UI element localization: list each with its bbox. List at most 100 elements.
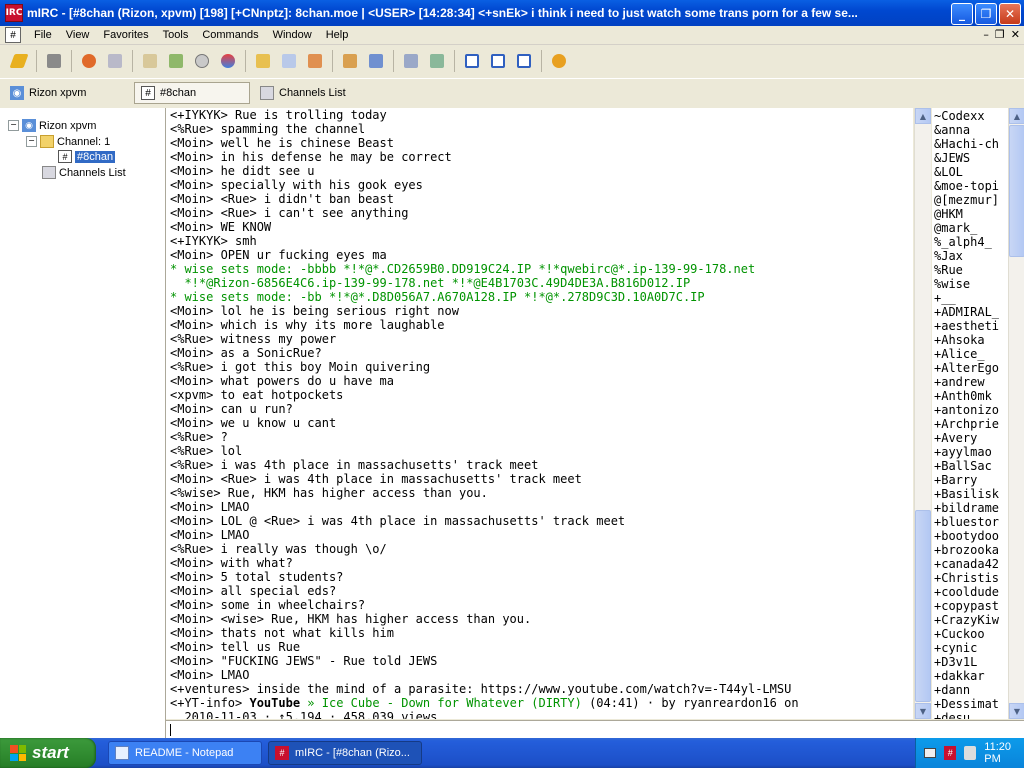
- nick-list-item[interactable]: %Rue: [934, 263, 963, 277]
- nick-list-item[interactable]: +BallSac: [934, 459, 992, 473]
- nick-list-item[interactable]: +Dessimat: [934, 697, 999, 711]
- chat-scrollbar[interactable]: ▲ ▼: [914, 108, 931, 719]
- nick-list-item[interactable]: +Anth0mk: [934, 389, 992, 403]
- help-button[interactable]: [548, 50, 570, 72]
- nick-list-item[interactable]: ~Codexx: [934, 109, 985, 123]
- maximize-button[interactable]: ❐: [975, 3, 997, 25]
- mirc-tray-icon[interactable]: #: [944, 746, 957, 760]
- tree-node-channels-list[interactable]: Channels List: [42, 166, 126, 179]
- tree-node-channel-folder[interactable]: − Channel: 1: [26, 135, 110, 148]
- switchbar-tab-channels-list[interactable]: Channels List: [254, 82, 364, 104]
- switchbar-tab-channel[interactable]: # #8chan: [134, 82, 250, 104]
- nick-list-item[interactable]: +__: [934, 291, 956, 305]
- mdi-close-button[interactable]: ✕: [1011, 28, 1020, 41]
- nick-list-item[interactable]: &JEWS: [934, 151, 970, 165]
- menu-favorites[interactable]: Favorites: [96, 29, 155, 41]
- tile-horizontal-button[interactable]: [461, 50, 483, 72]
- scroll-thumb[interactable]: [1009, 125, 1024, 257]
- collapse-toggle[interactable]: −: [26, 136, 37, 147]
- nick-list-item[interactable]: %wise: [934, 277, 970, 291]
- tree-node-server[interactable]: − ◉ Rizon xpvm: [8, 119, 96, 132]
- scroll-down-arrow[interactable]: ▼: [915, 703, 931, 719]
- yt-video-title[interactable]: Ice Cube - Down for Whatever (DIRTY): [322, 696, 582, 710]
- scroll-up-arrow[interactable]: ▲: [1009, 108, 1024, 124]
- message-input[interactable]: [166, 720, 1024, 739]
- connect-button[interactable]: [8, 50, 30, 72]
- nick-list-item[interactable]: +Barry: [934, 473, 977, 487]
- nick-list-item[interactable]: +Alice_: [934, 347, 985, 361]
- chat-messages[interactable]: <+YT-info> YouTube » Ice Cube - Down for…: [166, 108, 913, 719]
- close-button[interactable]: ✕: [999, 3, 1021, 25]
- start-button[interactable]: start: [0, 738, 96, 768]
- nick-list-item[interactable]: &LOL: [934, 165, 963, 179]
- nick-list-item[interactable]: %Jax: [934, 249, 963, 263]
- options-button[interactable]: [43, 50, 65, 72]
- get-file-button[interactable]: [278, 50, 300, 72]
- nick-list-item[interactable]: +cynic: [934, 641, 977, 655]
- nick-list-item[interactable]: +andrew: [934, 375, 985, 389]
- tile-vertical-button[interactable]: [487, 50, 509, 72]
- nick-list[interactable]: ~Codexx &anna &Hachi-ch &JEWS &LOL &moe-topi @…: [932, 108, 1008, 719]
- nick-list-item[interactable]: +desu: [934, 711, 970, 719]
- channels-list-button[interactable]: [104, 50, 126, 72]
- timer-button[interactable]: [191, 50, 213, 72]
- nick-list-item[interactable]: &Hachi-ch: [934, 137, 999, 151]
- scripts-editor-button[interactable]: [165, 50, 187, 72]
- nick-list-item[interactable]: +Cuckoo: [934, 627, 985, 641]
- dcc-chat-button[interactable]: [339, 50, 361, 72]
- switchbar-tab-server[interactable]: ◉ Rizon xpvm: [4, 82, 130, 104]
- mdi-restore-button[interactable]: ❐: [995, 28, 1005, 41]
- task-mirc[interactable]: # mIRC - [#8chan (Rizo...: [268, 741, 422, 765]
- scroll-down-arrow[interactable]: ▼: [1009, 703, 1024, 719]
- nick-list-item[interactable]: +bluestor: [934, 515, 999, 529]
- nick-list-item[interactable]: +copypast: [934, 599, 999, 613]
- menu-file[interactable]: File: [27, 29, 59, 41]
- nick-list-item[interactable]: %_alph4_: [934, 235, 992, 249]
- scroll-up-arrow[interactable]: ▲: [915, 108, 931, 124]
- menu-window[interactable]: Window: [266, 29, 319, 41]
- nick-list-item[interactable]: +dakkar: [934, 669, 985, 683]
- nick-list-item[interactable]: +canada42: [934, 557, 999, 571]
- nick-list-item[interactable]: &anna: [934, 123, 970, 137]
- menu-commands[interactable]: Commands: [195, 29, 265, 41]
- favorites-button[interactable]: [78, 50, 100, 72]
- send-file-button[interactable]: [252, 50, 274, 72]
- menu-tools[interactable]: Tools: [156, 29, 196, 41]
- menu-view[interactable]: View: [59, 29, 97, 41]
- colors-button[interactable]: [217, 50, 239, 72]
- volume-icon[interactable]: [964, 746, 977, 760]
- clock[interactable]: 11:20 PM: [984, 741, 1024, 765]
- task-notepad[interactable]: README - Notepad: [108, 741, 262, 765]
- nick-list-item[interactable]: +bildrame: [934, 501, 999, 515]
- tree-node-channel[interactable]: # #8chan: [58, 150, 116, 163]
- nick-list-item[interactable]: +cooldude: [934, 585, 999, 599]
- nick-list-item[interactable]: @HKM: [934, 207, 963, 221]
- nick-list-item[interactable]: +ayylmao: [934, 445, 992, 459]
- nick-list-item[interactable]: +dann: [934, 683, 970, 697]
- log-files-button[interactable]: [426, 50, 448, 72]
- mdi-minimize-button[interactable]: –: [983, 28, 989, 41]
- collapse-toggle[interactable]: −: [8, 120, 19, 131]
- nick-list-item[interactable]: +Ahsoka: [934, 333, 985, 347]
- cascade-button[interactable]: [513, 50, 535, 72]
- nick-list-item[interactable]: +Christis: [934, 571, 999, 585]
- channel-window-icon[interactable]: #: [5, 27, 21, 43]
- minimize-button[interactable]: _: [951, 3, 973, 25]
- nick-list-item[interactable]: +CrazyKiw: [934, 613, 999, 627]
- notify-list-button[interactable]: [304, 50, 326, 72]
- nick-list-item[interactable]: +D3v1L: [934, 655, 977, 669]
- nick-list-item[interactable]: &moe-topi: [934, 179, 999, 193]
- received-files-button[interactable]: [400, 50, 422, 72]
- nick-list-item[interactable]: +bootydoo: [934, 529, 999, 543]
- nick-list-item[interactable]: +Avery: [934, 431, 977, 445]
- nicklist-scrollbar[interactable]: ▲ ▼: [1008, 108, 1024, 719]
- menu-help[interactable]: Help: [319, 29, 356, 41]
- scroll-thumb[interactable]: [915, 510, 931, 702]
- title-bar[interactable]: IRC mIRC - [#8chan (Rizon, xpvm) [198] […: [0, 0, 1024, 26]
- nick-list-item[interactable]: +brozooka: [934, 543, 999, 557]
- nick-list-item[interactable]: +aestheti: [934, 319, 999, 333]
- nick-list-item[interactable]: +AlterEgo: [934, 361, 999, 375]
- nick-list-item[interactable]: @mark_: [934, 221, 977, 235]
- nick-list-item[interactable]: +Archprie: [934, 417, 999, 431]
- nick-list-item[interactable]: @[mezmur]: [934, 193, 999, 207]
